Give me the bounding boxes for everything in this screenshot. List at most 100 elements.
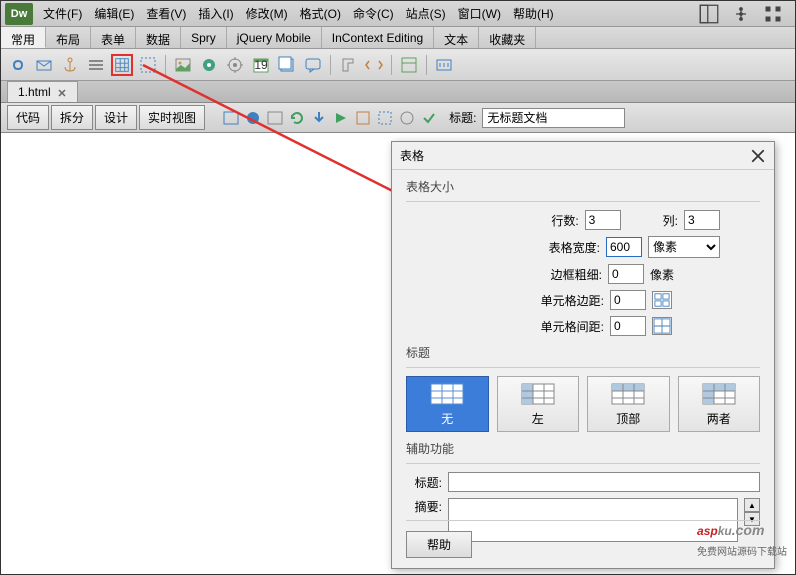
table-icon[interactable]	[111, 54, 133, 76]
table-dialog: 表格 表格大小 行数: 列: 表格宽度: 像素 边框粗细: 像素	[391, 141, 775, 569]
tab-common[interactable]: 常用	[1, 27, 46, 48]
summary-label: 摘要:	[406, 498, 442, 515]
svg-text:19: 19	[254, 58, 268, 72]
inspect-icon[interactable]	[243, 108, 263, 128]
header-option-top[interactable]: 顶部	[587, 376, 670, 432]
app-logo: Dw	[5, 3, 33, 25]
tab-spry[interactable]: Spry	[181, 27, 227, 48]
templates-icon[interactable]	[398, 54, 420, 76]
live-code-icon[interactable]	[221, 108, 241, 128]
menu-window[interactable]: 窗口(W)	[452, 1, 507, 26]
section-label: 标题	[406, 344, 760, 361]
file-mgmt-icon[interactable]	[309, 108, 329, 128]
insert-toolbar: 19	[1, 49, 795, 81]
help-button[interactable]: 帮助	[406, 531, 472, 558]
image-icon[interactable]	[172, 54, 194, 76]
rows-label: 行数:	[551, 212, 578, 229]
dialog-title-text: 表格	[400, 147, 424, 164]
section-label: 表格大小	[406, 178, 760, 195]
cols-label: 列:	[663, 212, 678, 229]
menu-site[interactable]: 站点(S)	[400, 1, 452, 26]
tab-forms[interactable]: 表单	[91, 27, 136, 48]
hyperlink-icon[interactable]	[7, 54, 29, 76]
header-option-left[interactable]: 左	[497, 376, 580, 432]
doc-tab[interactable]: 1.html	[7, 81, 78, 102]
spacing-input[interactable]	[610, 316, 646, 336]
title-label: 标题:	[449, 109, 476, 126]
header-option-both[interactable]: 两者	[678, 376, 761, 432]
border-unit: 像素	[650, 266, 674, 283]
doc-tab-label: 1.html	[18, 85, 51, 99]
watermark: aspku.com 免费网站源码下载站	[697, 506, 787, 558]
visual-aids-icon[interactable]	[375, 108, 395, 128]
menubar: Dw 文件(F) 编辑(E) 查看(V) 插入(I) 修改(M) 格式(O) 命…	[1, 1, 795, 27]
header-section: 标题 无 左 顶部 两者	[406, 344, 760, 432]
caption-label: 标题:	[406, 474, 442, 491]
header-option-none[interactable]: 无	[406, 376, 489, 432]
code-view-button[interactable]: 代码	[7, 105, 49, 130]
tab-data[interactable]: 数据	[136, 27, 181, 48]
cols-input[interactable]	[684, 210, 720, 230]
anchor-icon[interactable]	[59, 54, 81, 76]
settings-icon[interactable]	[763, 5, 783, 23]
tab-incontext[interactable]: InContext Editing	[322, 27, 434, 48]
rows-input[interactable]	[585, 210, 621, 230]
tab-text[interactable]: 文本	[434, 27, 479, 48]
padding-icon	[652, 291, 672, 309]
padding-input[interactable]	[610, 290, 646, 310]
tab-favorites[interactable]: 收藏夹	[479, 27, 536, 48]
media-icon[interactable]	[198, 54, 220, 76]
width-unit-select[interactable]: 像素	[648, 236, 720, 258]
title-input[interactable]	[482, 108, 625, 128]
menu-insert[interactable]: 插入(I)	[192, 1, 239, 26]
preview-icon[interactable]	[331, 108, 351, 128]
design-view-button[interactable]: 设计	[95, 105, 137, 130]
header-opt-label: 顶部	[616, 410, 640, 427]
extend-icon[interactable]	[731, 5, 751, 23]
dialog-titlebar: 表格	[392, 142, 774, 170]
widget-icon[interactable]	[224, 54, 246, 76]
tag-chooser-icon[interactable]	[433, 54, 455, 76]
refresh-icon[interactable]	[287, 108, 307, 128]
padding-label: 单元格边距:	[541, 292, 604, 309]
date-icon[interactable]: 19	[250, 54, 272, 76]
section-label: 辅助功能	[406, 440, 760, 457]
options-icon[interactable]	[353, 108, 373, 128]
close-icon[interactable]	[750, 148, 766, 164]
menu-format[interactable]: 格式(O)	[294, 1, 347, 26]
menu-view[interactable]: 查看(V)	[140, 1, 192, 26]
document-tabs: 1.html	[1, 81, 795, 103]
menu-help[interactable]: 帮助(H)	[507, 1, 560, 26]
menu-edit[interactable]: 编辑(E)	[88, 1, 140, 26]
width-label: 表格宽度:	[549, 239, 600, 256]
table-size-section: 表格大小 行数: 列: 表格宽度: 像素 边框粗细: 像素 单元格边距:	[406, 178, 760, 336]
menu-modify[interactable]: 修改(M)	[240, 1, 294, 26]
validate-icon[interactable]	[397, 108, 417, 128]
split-view-button[interactable]: 拆分	[51, 105, 93, 130]
head-icon[interactable]	[337, 54, 359, 76]
comment-icon[interactable]	[302, 54, 324, 76]
live-view-button[interactable]: 实时视图	[139, 105, 205, 130]
border-input[interactable]	[608, 264, 644, 284]
header-opt-label: 无	[441, 410, 453, 427]
width-input[interactable]	[606, 237, 642, 257]
caption-input[interactable]	[448, 472, 760, 492]
close-icon[interactable]	[57, 87, 67, 97]
script-icon[interactable]	[363, 54, 385, 76]
header-opt-label: 两者	[707, 410, 731, 427]
spacing-label: 单元格间距:	[541, 318, 604, 335]
browser-nav-icon[interactable]	[265, 108, 285, 128]
layout-icon[interactable]	[699, 5, 719, 23]
hr-icon[interactable]	[85, 54, 107, 76]
check-icon[interactable]	[419, 108, 439, 128]
email-link-icon[interactable]	[33, 54, 55, 76]
spacing-icon	[652, 317, 672, 335]
menu-commands[interactable]: 命令(C)	[347, 1, 400, 26]
insert-panel-tabs: 常用 布局 表单 数据 Spry jQuery Mobile InContext…	[1, 27, 795, 49]
document-toolbar: 代码 拆分 设计 实时视图 标题:	[1, 103, 795, 133]
menu-file[interactable]: 文件(F)	[37, 1, 88, 26]
div-icon[interactable]	[137, 54, 159, 76]
server-include-icon[interactable]	[276, 54, 298, 76]
tab-layout[interactable]: 布局	[46, 27, 91, 48]
tab-jquery-mobile[interactable]: jQuery Mobile	[227, 27, 322, 48]
